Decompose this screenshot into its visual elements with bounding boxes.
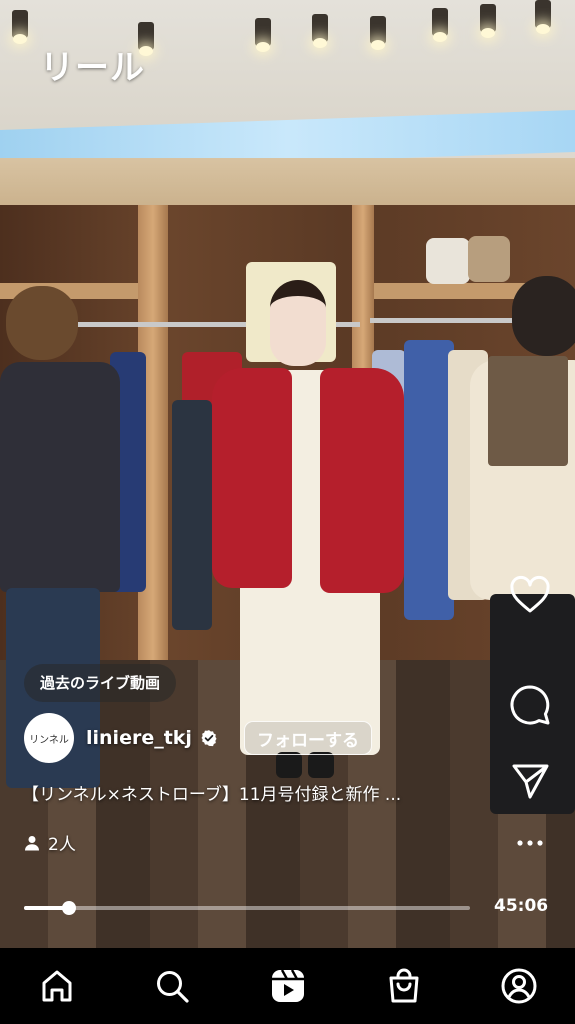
- scene-spotlight: [432, 8, 448, 42]
- reels-icon: [272, 969, 304, 1002]
- avatar-text: リンネル: [29, 734, 69, 746]
- caption[interactable]: 【リンネル×ネストローブ】11月号付録と新作 ...: [22, 780, 482, 805]
- scene-yarn: [468, 236, 510, 282]
- live-video[interactable]: [0, 0, 575, 948]
- nav-search[interactable]: [152, 966, 192, 1006]
- past-live-badge: 過去のライブ動画: [24, 664, 177, 702]
- verified-badge-icon: [201, 730, 217, 747]
- more-icon: [517, 840, 543, 846]
- comment-button[interactable]: [505, 683, 555, 727]
- scene-spotlight: [12, 10, 28, 44]
- send-icon: [512, 764, 549, 799]
- scene-spotlight: [255, 18, 271, 52]
- nav-home[interactable]: [37, 966, 77, 1006]
- playback-progress[interactable]: [24, 901, 470, 915]
- scene-cloth: [172, 400, 212, 630]
- follow-button[interactable]: フォローする: [243, 721, 372, 755]
- nav-profile[interactable]: [499, 966, 539, 1006]
- nav-reels[interactable]: [268, 966, 308, 1006]
- avatar[interactable]: リンネル: [24, 713, 74, 763]
- scene-spotlight: [370, 16, 386, 50]
- home-icon: [42, 970, 72, 1002]
- comment-icon: [510, 685, 550, 725]
- heart-icon: [510, 575, 550, 613]
- scene-spotlight: [535, 0, 551, 34]
- shop-icon: [389, 968, 419, 1003]
- reels-screen: リール 過去のライブ動画 リンネル liniere_tkj フォローする 【リン…: [0, 0, 575, 1024]
- nav-shop[interactable]: [384, 966, 424, 1006]
- scene-cloth: [404, 340, 454, 620]
- bottom-nav: [0, 948, 575, 1024]
- page-title: リール: [40, 48, 145, 88]
- scene-spotlight: [312, 14, 328, 48]
- scene-rail: [370, 318, 520, 323]
- scene-yarn: [426, 238, 470, 284]
- progress-knob[interactable]: [61, 901, 76, 915]
- search-icon: [157, 971, 189, 1003]
- viewer-count: 2人: [24, 830, 76, 855]
- share-button[interactable]: [505, 761, 555, 801]
- more-button[interactable]: [505, 837, 555, 849]
- profile-icon: [501, 968, 537, 1004]
- scene-spotlight: [480, 4, 496, 38]
- person-icon: [25, 835, 39, 850]
- duration-label: 45:06: [494, 896, 549, 916]
- like-button[interactable]: [505, 575, 555, 615]
- user-row: リンネル liniere_tkj フォローする: [24, 712, 372, 764]
- viewer-count-label: 2人: [48, 835, 76, 855]
- username[interactable]: liniere_tkj: [86, 727, 192, 749]
